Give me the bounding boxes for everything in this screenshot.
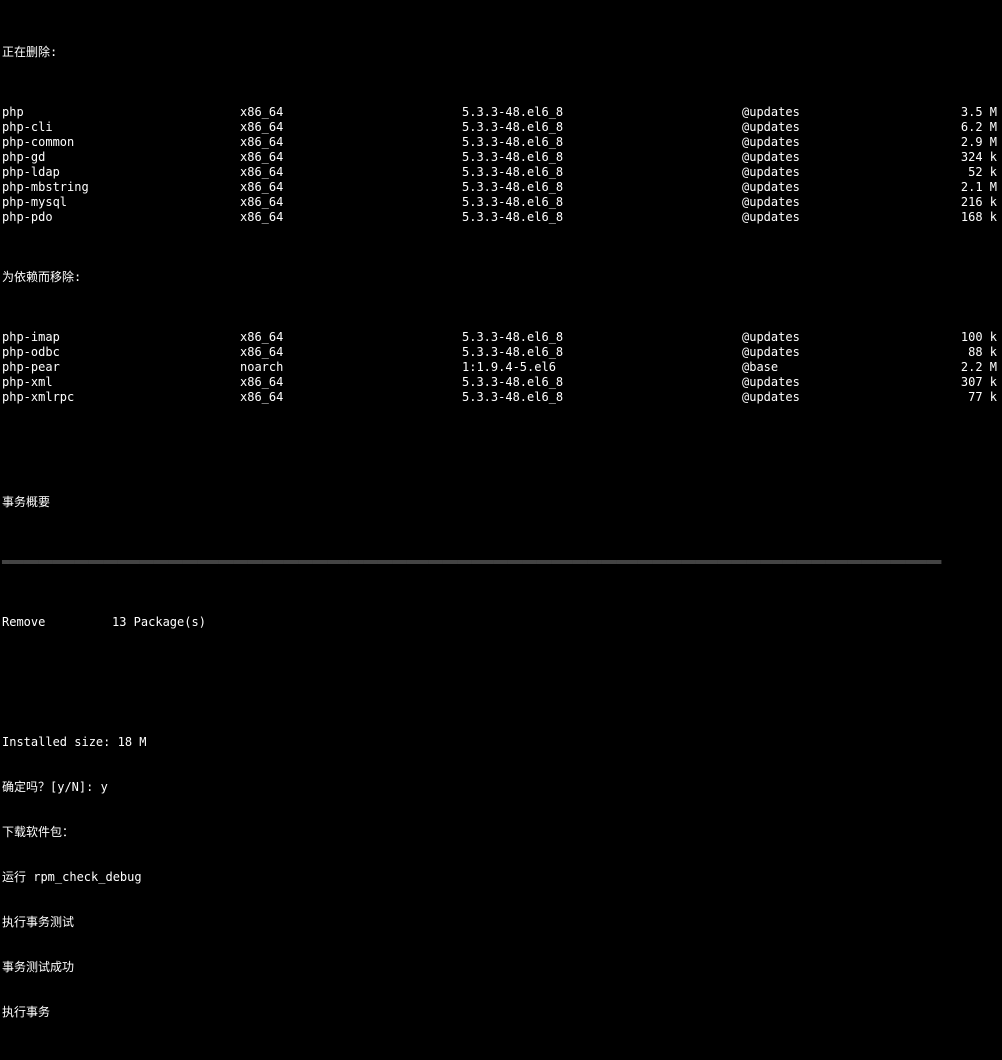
pkg-size: 324 k xyxy=(927,150,1001,165)
pkg-size: 2.1 M xyxy=(927,180,1001,195)
pkg-arch: x86_64 xyxy=(240,390,462,405)
pkg-repo: @updates xyxy=(742,105,927,120)
package-row: php-odbcx86_645.3.3-48.el6_8@updates88 k xyxy=(0,345,1002,360)
running-transaction: 执行事务 xyxy=(0,1005,1002,1020)
pkg-version: 5.3.3-48.el6_8 xyxy=(462,390,742,405)
pkg-size: 88 k xyxy=(927,345,1001,360)
pkg-version: 5.3.3-48.el6_8 xyxy=(462,180,742,195)
pkg-version: 5.3.3-48.el6_8 xyxy=(462,165,742,180)
confirm-prompt[interactable]: 确定吗？[y/N]: y xyxy=(0,780,1002,795)
pkg-name: php-odbc xyxy=(0,345,240,360)
pkg-version: 5.3.3-48.el6_8 xyxy=(462,345,742,360)
pkg-version: 5.3.3-48.el6_8 xyxy=(462,375,742,390)
pkg-size: 168 k xyxy=(927,210,1001,225)
pkg-name: php-cli xyxy=(0,120,240,135)
downloading-packages: 下载软件包： xyxy=(0,825,1002,840)
pkg-arch: x86_64 xyxy=(240,210,462,225)
pkg-arch: x86_64 xyxy=(240,330,462,345)
pkg-arch: x86_64 xyxy=(240,120,462,135)
pkg-size: 100 k xyxy=(927,330,1001,345)
package-table-remove: phpx86_645.3.3-48.el6_8@updates3.5 Mphp-… xyxy=(0,105,1002,225)
pkg-version: 5.3.3-48.el6_8 xyxy=(462,195,742,210)
pkg-repo: @updates xyxy=(742,165,927,180)
pkg-version: 5.3.3-48.el6_8 xyxy=(462,150,742,165)
horizontal-rule: ════════════════════════════════════════… xyxy=(0,555,1002,570)
pkg-name: php-pear xyxy=(0,360,240,375)
pkg-repo: @updates xyxy=(742,150,927,165)
pkg-arch: x86_64 xyxy=(240,375,462,390)
blank-line xyxy=(0,675,1002,690)
pkg-version: 1:1.9.4-5.el6 xyxy=(462,360,742,375)
remove-label: Remove xyxy=(0,615,112,630)
pkg-repo: @updates xyxy=(742,135,927,150)
pkg-version: 5.3.3-48.el6_8 xyxy=(462,105,742,120)
pkg-name: php-pdo xyxy=(0,210,240,225)
section-summary: 事务概要 xyxy=(0,495,1002,510)
package-count: 13 Package(s) xyxy=(112,615,206,630)
pkg-arch: x86_64 xyxy=(240,165,462,180)
pkg-arch: x86_64 xyxy=(240,150,462,165)
pkg-name: php-xml xyxy=(0,375,240,390)
package-row: php-xmlrpcx86_645.3.3-48.el6_8@updates77… xyxy=(0,390,1002,405)
pkg-arch: x86_64 xyxy=(240,195,462,210)
pkg-repo: @updates xyxy=(742,390,927,405)
transaction-test-success: 事务测试成功 xyxy=(0,960,1002,975)
pkg-size: 6.2 M xyxy=(927,120,1001,135)
pkg-size: 77 k xyxy=(927,390,1001,405)
package-row: php-pearnoarch1:1.9.4-5.el6@base2.2 M xyxy=(0,360,1002,375)
section-removing: 正在删除: xyxy=(0,45,1002,60)
running-rpm-check: 运行 rpm_check_debug xyxy=(0,870,1002,885)
package-row: php-mysqlx86_645.3.3-48.el6_8@updates216… xyxy=(0,195,1002,210)
pkg-size: 2.9 M xyxy=(927,135,1001,150)
pkg-repo: @updates xyxy=(742,375,927,390)
package-row: php-gdx86_645.3.3-48.el6_8@updates324 k xyxy=(0,150,1002,165)
pkg-arch: x86_64 xyxy=(240,135,462,150)
package-row: php-xmlx86_645.3.3-48.el6_8@updates307 k xyxy=(0,375,1002,390)
pkg-version: 5.3.3-48.el6_8 xyxy=(462,210,742,225)
pkg-name: php-xmlrpc xyxy=(0,390,240,405)
pkg-arch: noarch xyxy=(240,360,462,375)
terminal-output: 正在删除: phpx86_645.3.3-48.el6_8@updates3.5… xyxy=(0,0,1002,1060)
package-row: php-imapx86_645.3.3-48.el6_8@updates100 … xyxy=(0,330,1002,345)
pkg-repo: @updates xyxy=(742,120,927,135)
pkg-repo: @updates xyxy=(742,345,927,360)
section-removing-deps: 为依赖而移除: xyxy=(0,270,1002,285)
pkg-size: 216 k xyxy=(927,195,1001,210)
pkg-arch: x86_64 xyxy=(240,180,462,195)
pkg-repo: @updates xyxy=(742,330,927,345)
pkg-repo: @updates xyxy=(742,180,927,195)
pkg-size: 52 k xyxy=(927,165,1001,180)
pkg-arch: x86_64 xyxy=(240,345,462,360)
package-row: phpx86_645.3.3-48.el6_8@updates3.5 M xyxy=(0,105,1002,120)
pkg-repo: @base xyxy=(742,360,927,375)
pkg-version: 5.3.3-48.el6_8 xyxy=(462,120,742,135)
running-transaction-test: 执行事务测试 xyxy=(0,915,1002,930)
pkg-name: php-common xyxy=(0,135,240,150)
pkg-repo: @updates xyxy=(742,195,927,210)
installed-size: Installed size: 18 M xyxy=(0,735,1002,750)
pkg-name: php xyxy=(0,105,240,120)
pkg-repo: @updates xyxy=(742,210,927,225)
pkg-name: php-ldap xyxy=(0,165,240,180)
remove-count-line: Remove 13 Package(s) xyxy=(0,615,1002,630)
blank-line xyxy=(0,450,1002,465)
pkg-arch: x86_64 xyxy=(240,105,462,120)
pkg-name: php-mbstring xyxy=(0,180,240,195)
package-row: php-mbstringx86_645.3.3-48.el6_8@updates… xyxy=(0,180,1002,195)
pkg-name: php-mysql xyxy=(0,195,240,210)
package-row: php-ldapx86_645.3.3-48.el6_8@updates52 k xyxy=(0,165,1002,180)
pkg-size: 307 k xyxy=(927,375,1001,390)
package-row: php-pdox86_645.3.3-48.el6_8@updates168 k xyxy=(0,210,1002,225)
pkg-name: php-gd xyxy=(0,150,240,165)
package-table-deps: php-imapx86_645.3.3-48.el6_8@updates100 … xyxy=(0,330,1002,405)
package-row: php-commonx86_645.3.3-48.el6_8@updates2.… xyxy=(0,135,1002,150)
pkg-version: 5.3.3-48.el6_8 xyxy=(462,330,742,345)
pkg-version: 5.3.3-48.el6_8 xyxy=(462,135,742,150)
pkg-size: 2.2 M xyxy=(927,360,1001,375)
pkg-name: php-imap xyxy=(0,330,240,345)
pkg-size: 3.5 M xyxy=(927,105,1001,120)
package-row: php-clix86_645.3.3-48.el6_8@updates6.2 M xyxy=(0,120,1002,135)
